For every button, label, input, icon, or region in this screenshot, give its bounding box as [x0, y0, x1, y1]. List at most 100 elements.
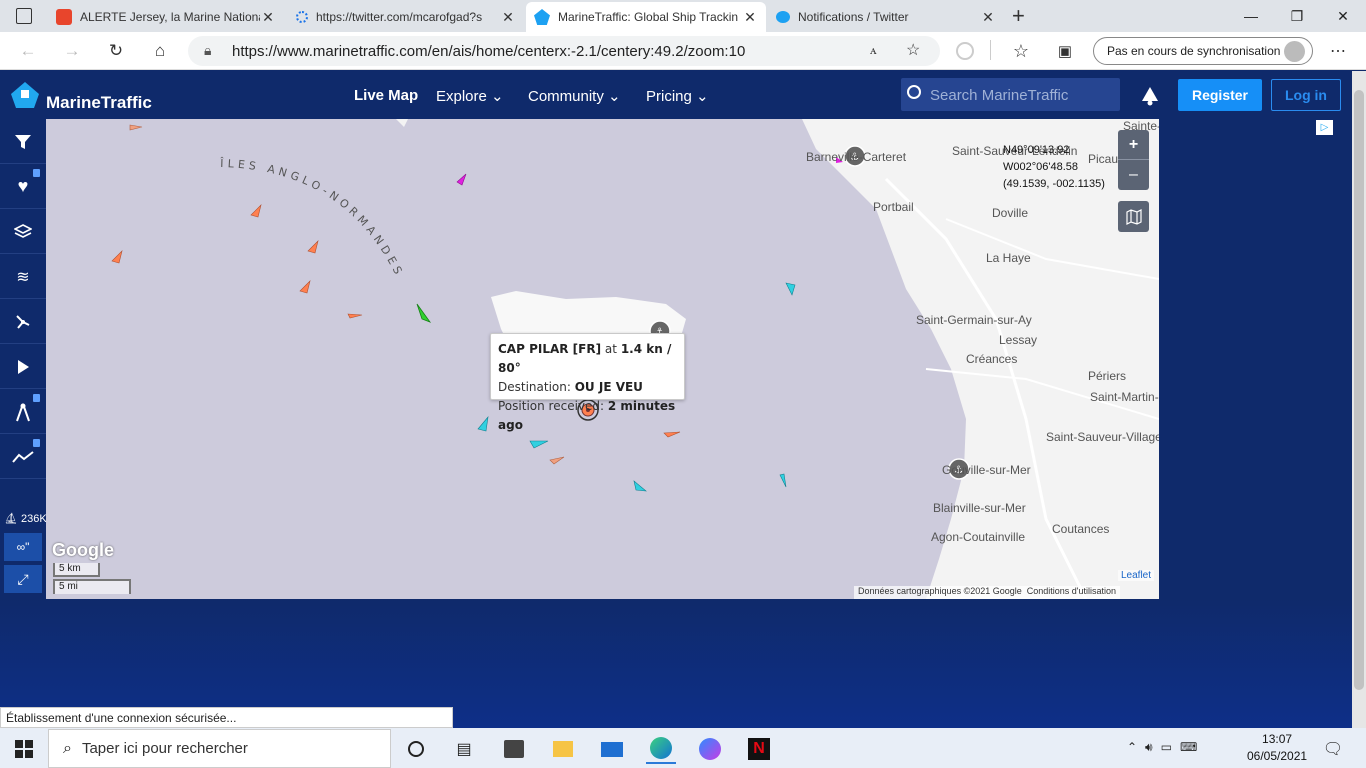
nav-explore[interactable]: Explore ⌄	[436, 87, 504, 105]
add-favorite-icon[interactable]: ☆	[906, 40, 920, 60]
extension-icon[interactable]	[956, 42, 974, 60]
close-icon[interactable]: ✕	[742, 9, 758, 26]
town-label: Coutances	[1052, 522, 1110, 536]
messenger-app-button[interactable]	[695, 734, 725, 764]
popup-vessel-name[interactable]: CAP PILAR [FR]	[498, 342, 601, 356]
task-view-icon: ▤	[456, 741, 472, 758]
favorites-icon[interactable]: ☆	[1009, 40, 1033, 62]
store-app-button[interactable]	[499, 734, 529, 764]
my-fleet-button[interactable]: ♥	[0, 165, 46, 209]
taskbar-search-input[interactable]: ⌕ Taper ici pour rechercher	[48, 729, 391, 768]
vessel-marker[interactable]	[307, 240, 319, 254]
notification-bell-icon[interactable]	[1138, 83, 1162, 107]
coord-lat: N49°09'13.92	[1003, 144, 1070, 156]
vessel-marker[interactable]	[129, 124, 143, 131]
vessel-marker[interactable]	[785, 282, 796, 296]
vessel-marker[interactable]	[529, 440, 549, 449]
map-type-button[interactable]	[1118, 201, 1149, 232]
system-tray-icons[interactable]: ⌃🔊︎▭⌨︎	[1127, 740, 1205, 755]
profile-sync-button[interactable]: Pas en cours de synchronisation	[1093, 37, 1313, 65]
notification-center-icon: 🗨︎	[1322, 741, 1344, 758]
nav-community[interactable]: Community ⌄	[528, 87, 621, 105]
fullscreen-button[interactable]: ⤢	[4, 565, 42, 593]
close-icon[interactable]: ✕	[980, 9, 996, 26]
zoom-out-button[interactable]: –	[1118, 160, 1149, 190]
refresh-icon[interactable]: ↻	[104, 40, 128, 62]
vessel-marker[interactable]	[633, 480, 647, 492]
file-explorer-button[interactable]	[548, 734, 578, 764]
heart-icon: ♥	[17, 176, 29, 196]
weather-button[interactable]: ≋	[0, 255, 46, 299]
close-icon[interactable]: ✕	[500, 9, 516, 26]
url-field[interactable]: 🔒︎ https://www.marinetraffic.com/en/ais/…	[188, 36, 940, 66]
zoom-in-button[interactable]: +	[1118, 130, 1149, 160]
tab-marinetraffic[interactable]: MarineTraffic: Global Ship Trackin ✕	[526, 2, 766, 32]
clock-time: 13:07	[1262, 732, 1293, 746]
filter-button[interactable]	[0, 120, 46, 164]
tab-title: Notifications / Twitter	[798, 10, 909, 24]
store-icon	[504, 740, 524, 758]
vessel-marker[interactable]	[111, 250, 123, 264]
maximize-button[interactable]: ❐	[1274, 0, 1320, 32]
analytics-button[interactable]	[0, 435, 46, 479]
close-window-button[interactable]: ✕	[1320, 0, 1366, 32]
track-toggle[interactable]: ∞"	[4, 533, 42, 561]
brand-logo-text[interactable]: MarineTraffic	[46, 93, 152, 113]
leaflet-link[interactable]: Leaflet	[1118, 570, 1155, 581]
minimize-button[interactable]: —	[1228, 0, 1274, 32]
login-button[interactable]: Log in	[1271, 79, 1341, 111]
layers-button[interactable]	[0, 210, 46, 254]
back-icon[interactable]: ←	[16, 40, 40, 62]
chevron-down-icon: ⌄	[608, 88, 621, 105]
task-view-button[interactable]: ▤	[449, 734, 479, 764]
adchoices-icon[interactable]: ▷	[1316, 120, 1333, 135]
vessel-marker[interactable]	[477, 415, 489, 432]
tab-actions-icon[interactable]	[16, 8, 32, 24]
vessel-marker[interactable]	[416, 303, 432, 323]
taskbar-clock[interactable]: 13:07 06/05/2021	[1247, 731, 1307, 765]
vessel-marker[interactable]	[779, 473, 787, 488]
measure-button[interactable]	[0, 390, 46, 434]
chevron-down-icon: ⌄	[696, 88, 709, 105]
forward-icon[interactable]: →	[60, 40, 84, 62]
more-menu-icon[interactable]: ⋯	[1326, 40, 1350, 62]
home-icon[interactable]: ⌂	[148, 40, 172, 62]
vessel-marker[interactable]	[347, 313, 363, 319]
lock-icon: 🔒︎	[204, 42, 212, 58]
notifications-button[interactable]: 🗨︎	[1318, 734, 1348, 764]
vessel-marker[interactable]	[549, 456, 565, 465]
play-button[interactable]	[0, 345, 46, 389]
vessel-marker[interactable]	[299, 280, 311, 294]
tab-alerte-jersey[interactable]: ALERTE Jersey, la Marine Nationa ✕	[48, 2, 284, 32]
scrollbar-thumb[interactable]	[1354, 90, 1364, 690]
windows-start-button[interactable]	[9, 734, 39, 764]
scale-km: 5 km	[53, 563, 100, 577]
cortana-button[interactable]	[401, 734, 431, 764]
routes-button[interactable]	[0, 300, 46, 344]
edge-app-button[interactable]	[646, 734, 676, 764]
marinetraffic-logo-icon[interactable]	[8, 80, 42, 110]
divider	[990, 40, 991, 60]
nav-pricing[interactable]: Pricing ⌄	[646, 87, 709, 105]
vessel-marker[interactable]	[456, 173, 467, 186]
tab-twitter-profile[interactable]: https://twitter.com/mcarofgad?s ✕	[288, 2, 524, 32]
vessel-popup[interactable]: CAP PILAR [FR] at 1.4 kn / 80° Destinati…	[490, 333, 685, 432]
ad-column	[1159, 119, 1352, 599]
nav-live-map[interactable]: Live Map	[354, 87, 418, 104]
netflix-app-button[interactable]: N	[744, 734, 774, 764]
close-icon[interactable]: ✕	[260, 9, 276, 26]
register-button[interactable]: Register	[1178, 79, 1262, 111]
filter-icon	[15, 134, 31, 149]
cortana-icon	[408, 741, 424, 757]
mail-app-button[interactable]	[597, 734, 627, 764]
terms-link[interactable]: Conditions d'utilisation	[1027, 586, 1116, 596]
popup-received-label: Position received:	[498, 399, 605, 413]
new-tab-button[interactable]: +	[1012, 3, 1032, 29]
tab-title: MarineTraffic: Global Ship Trackin	[558, 10, 739, 24]
town-label: Lessay	[999, 333, 1038, 347]
vessel-marker[interactable]	[250, 204, 262, 218]
tab-twitter-notifications[interactable]: Notifications / Twitter ✕	[768, 2, 1004, 32]
marinetraffic-icon	[534, 9, 550, 25]
read-aloud-icon[interactable]: ꭺ	[870, 42, 877, 58]
collections-icon[interactable]: ▣	[1053, 40, 1077, 62]
